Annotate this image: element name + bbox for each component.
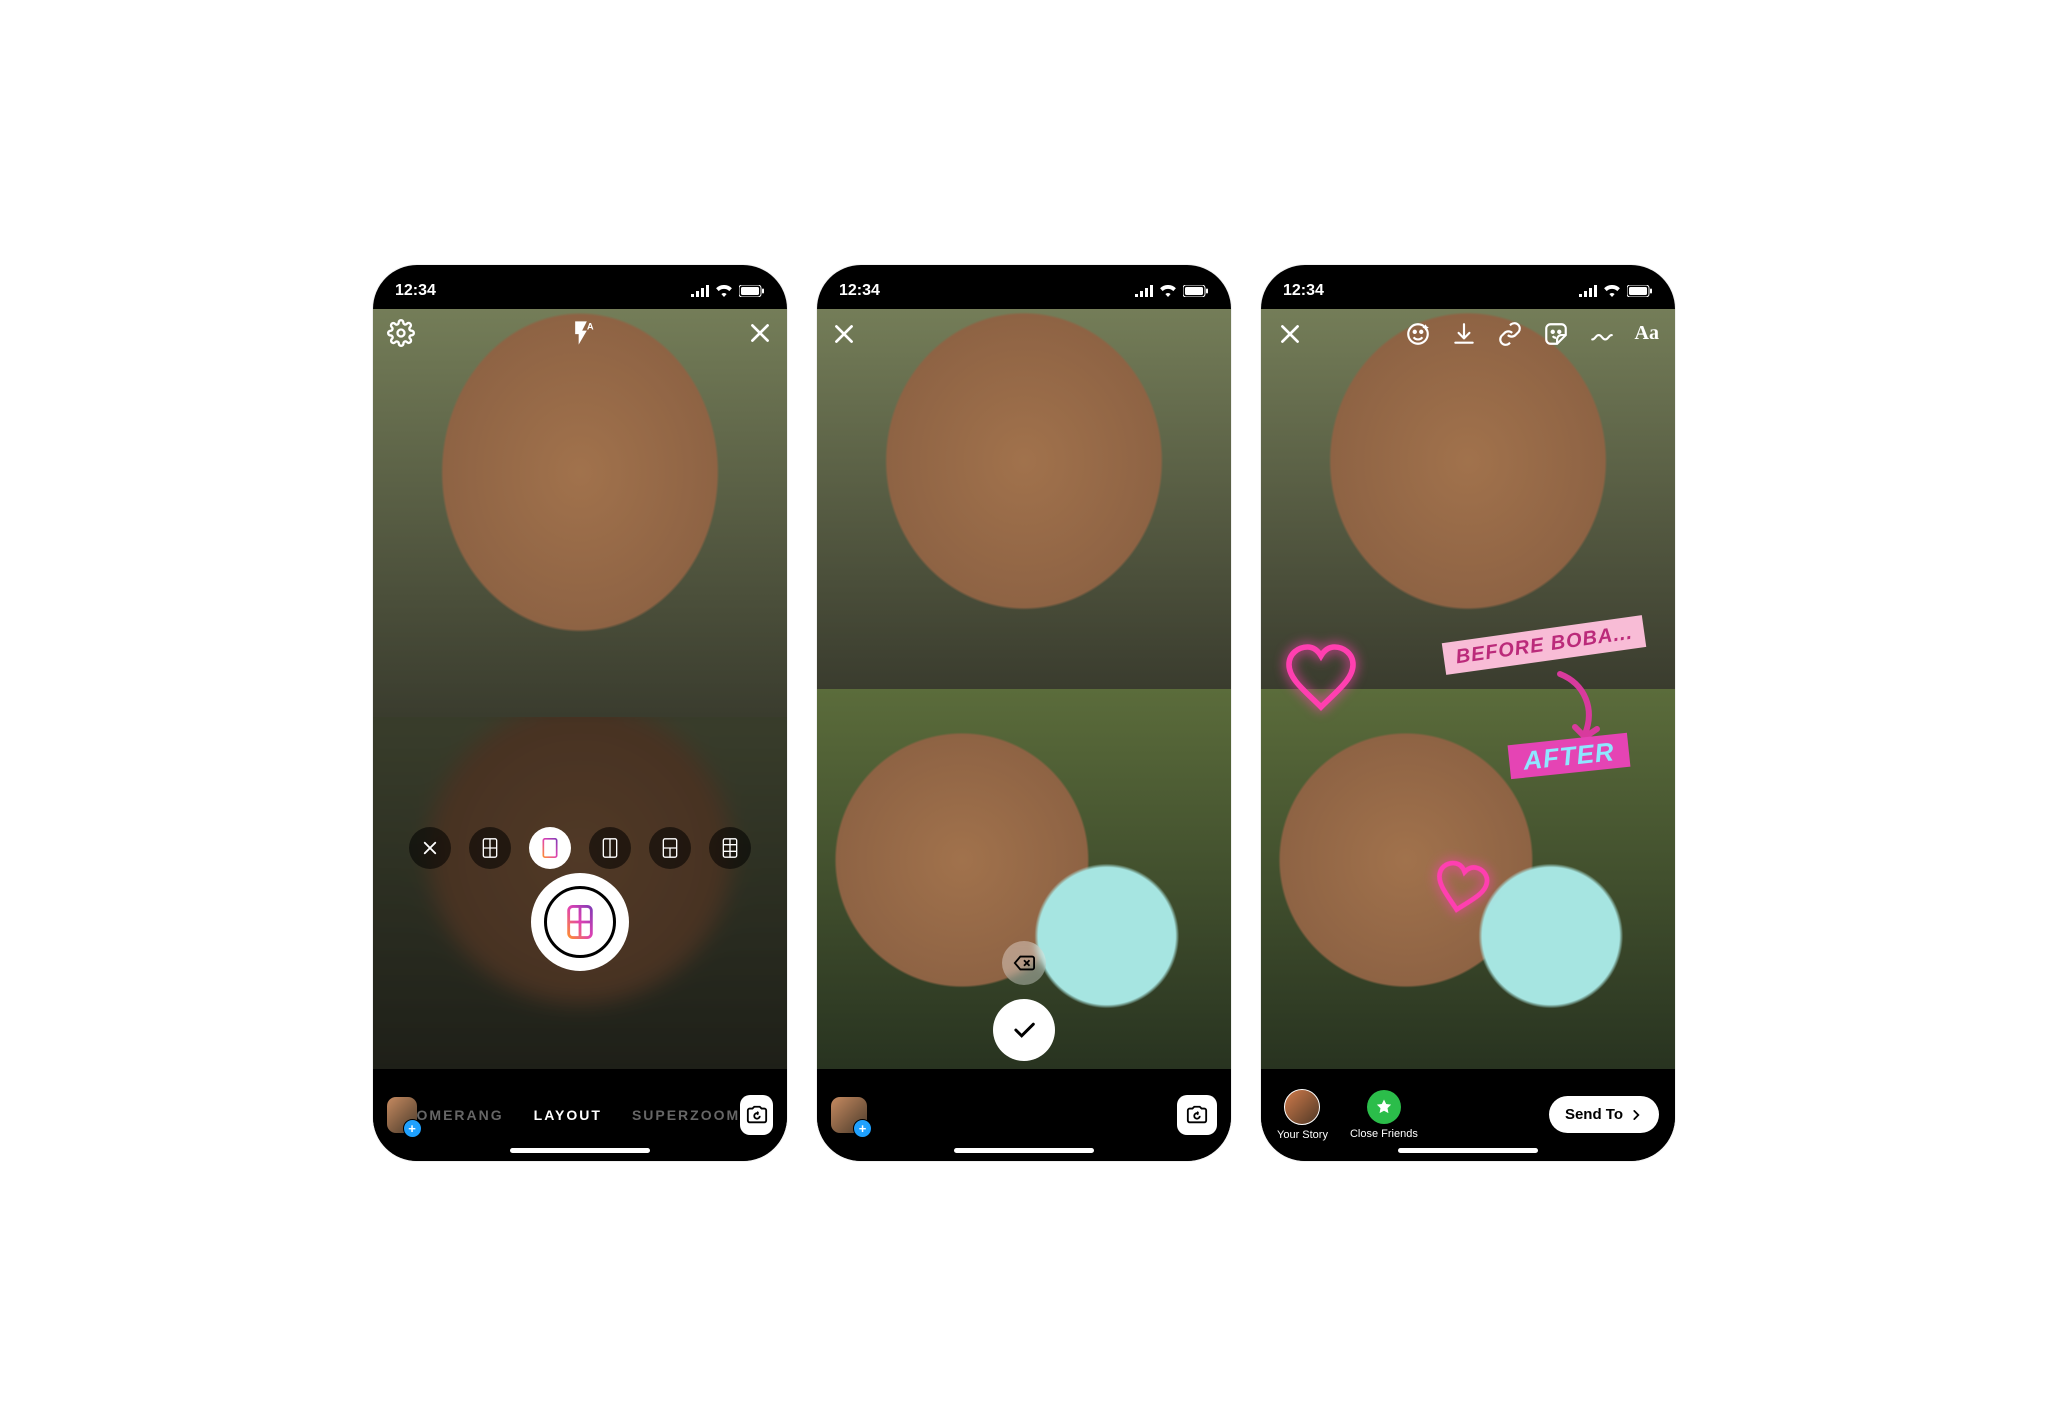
mode-next[interactable]: SUPERZOOM — [632, 1107, 740, 1123]
switch-camera-button[interactable] — [1177, 1095, 1217, 1135]
status-icons — [1135, 285, 1209, 297]
layout-pane-empty — [373, 717, 787, 1068]
mode-prev[interactable]: OMERANG — [417, 1107, 504, 1123]
save-icon[interactable] — [1451, 321, 1477, 347]
wifi-icon — [1159, 285, 1177, 297]
home-indicator[interactable] — [1398, 1148, 1538, 1153]
chevron-right-icon — [1629, 1108, 1643, 1122]
gallery-thumbnail[interactable]: + — [387, 1097, 417, 1133]
close-icon[interactable] — [831, 321, 857, 347]
effects-icon[interactable] — [1405, 321, 1431, 347]
send-to-label: Send To — [1565, 1106, 1623, 1123]
mode-active[interactable]: LAYOUT — [534, 1107, 602, 1123]
heart-doodle-sticker[interactable] — [1425, 853, 1496, 924]
layout-option-3x2[interactable] — [709, 827, 751, 869]
shutter-button[interactable] — [531, 873, 629, 971]
delete-last-button[interactable] — [1002, 941, 1046, 985]
layout-option-2h[interactable] — [589, 827, 631, 869]
layout-option-1-2[interactable] — [649, 827, 691, 869]
signal-icon — [1135, 285, 1153, 297]
signal-icon — [691, 285, 709, 297]
status-time: 12:34 — [839, 282, 880, 300]
layout-option-2v-selected[interactable] — [529, 827, 571, 869]
status-icons — [1579, 285, 1653, 297]
status-icons — [691, 285, 765, 297]
svg-text:A: A — [587, 321, 594, 331]
gallery-thumbnail[interactable]: + — [831, 1097, 867, 1133]
editor-top-bar: Aa — [1261, 321, 1675, 347]
wifi-icon — [715, 285, 733, 297]
status-bar: 12:34 — [817, 265, 1231, 313]
status-time: 12:34 — [395, 282, 436, 300]
settings-icon[interactable] — [387, 319, 415, 347]
phone-screen-3: 12:34 Aa BEFORE BOBA — [1261, 265, 1675, 1161]
triptych-container: 12:34 A — [0, 0, 2048, 1425]
heart-doodle-sticker[interactable] — [1281, 639, 1361, 719]
layout-close-button[interactable] — [409, 827, 451, 869]
text-icon[interactable]: Aa — [1635, 322, 1659, 345]
draw-icon[interactable] — [1589, 321, 1615, 347]
signal-icon — [1579, 285, 1597, 297]
phone-screen-2: 12:34 + — [817, 265, 1231, 1161]
camera-modes[interactable]: OMERANG LAYOUT SUPERZOOM — [417, 1107, 741, 1123]
switch-camera-button[interactable] — [740, 1095, 773, 1135]
layout-options-row — [373, 827, 787, 869]
your-story-button[interactable]: Your Story — [1277, 1089, 1328, 1141]
add-icon: + — [853, 1119, 872, 1138]
avatar — [1284, 1089, 1320, 1125]
close-friends-icon — [1367, 1090, 1401, 1124]
home-indicator[interactable] — [954, 1148, 1094, 1153]
home-indicator[interactable] — [510, 1148, 650, 1153]
wifi-icon — [1603, 285, 1621, 297]
close-friends-label: Close Friends — [1350, 1128, 1418, 1140]
status-bar: 12:34 — [373, 265, 787, 313]
link-icon[interactable] — [1497, 321, 1523, 347]
layout-pane-filled: A — [373, 309, 787, 718]
camera-viewport: A — [373, 309, 787, 1161]
battery-icon — [739, 285, 765, 297]
layout-option-2x2[interactable] — [469, 827, 511, 869]
layout-photo-top[interactable] — [817, 309, 1231, 689]
flash-auto-icon[interactable]: A — [567, 319, 595, 347]
story-editor-viewport[interactable]: Aa BEFORE BOBA... AFTER Your Story Cl — [1261, 309, 1675, 1161]
close-icon[interactable] — [747, 320, 773, 346]
send-to-button[interactable]: Send To — [1549, 1096, 1659, 1133]
close-icon[interactable] — [1277, 321, 1303, 347]
your-story-label: Your Story — [1277, 1129, 1328, 1141]
phone-screen-1: 12:34 A — [373, 265, 787, 1161]
battery-icon — [1627, 285, 1653, 297]
status-bar: 12:34 — [1261, 265, 1675, 313]
sticker-icon[interactable] — [1543, 321, 1569, 347]
battery-icon — [1183, 285, 1209, 297]
layout-preview-viewport: + — [817, 309, 1231, 1161]
close-friends-button[interactable]: Close Friends — [1350, 1090, 1418, 1140]
add-icon: + — [403, 1119, 422, 1138]
confirm-button[interactable] — [993, 999, 1055, 1061]
status-time: 12:34 — [1283, 282, 1324, 300]
